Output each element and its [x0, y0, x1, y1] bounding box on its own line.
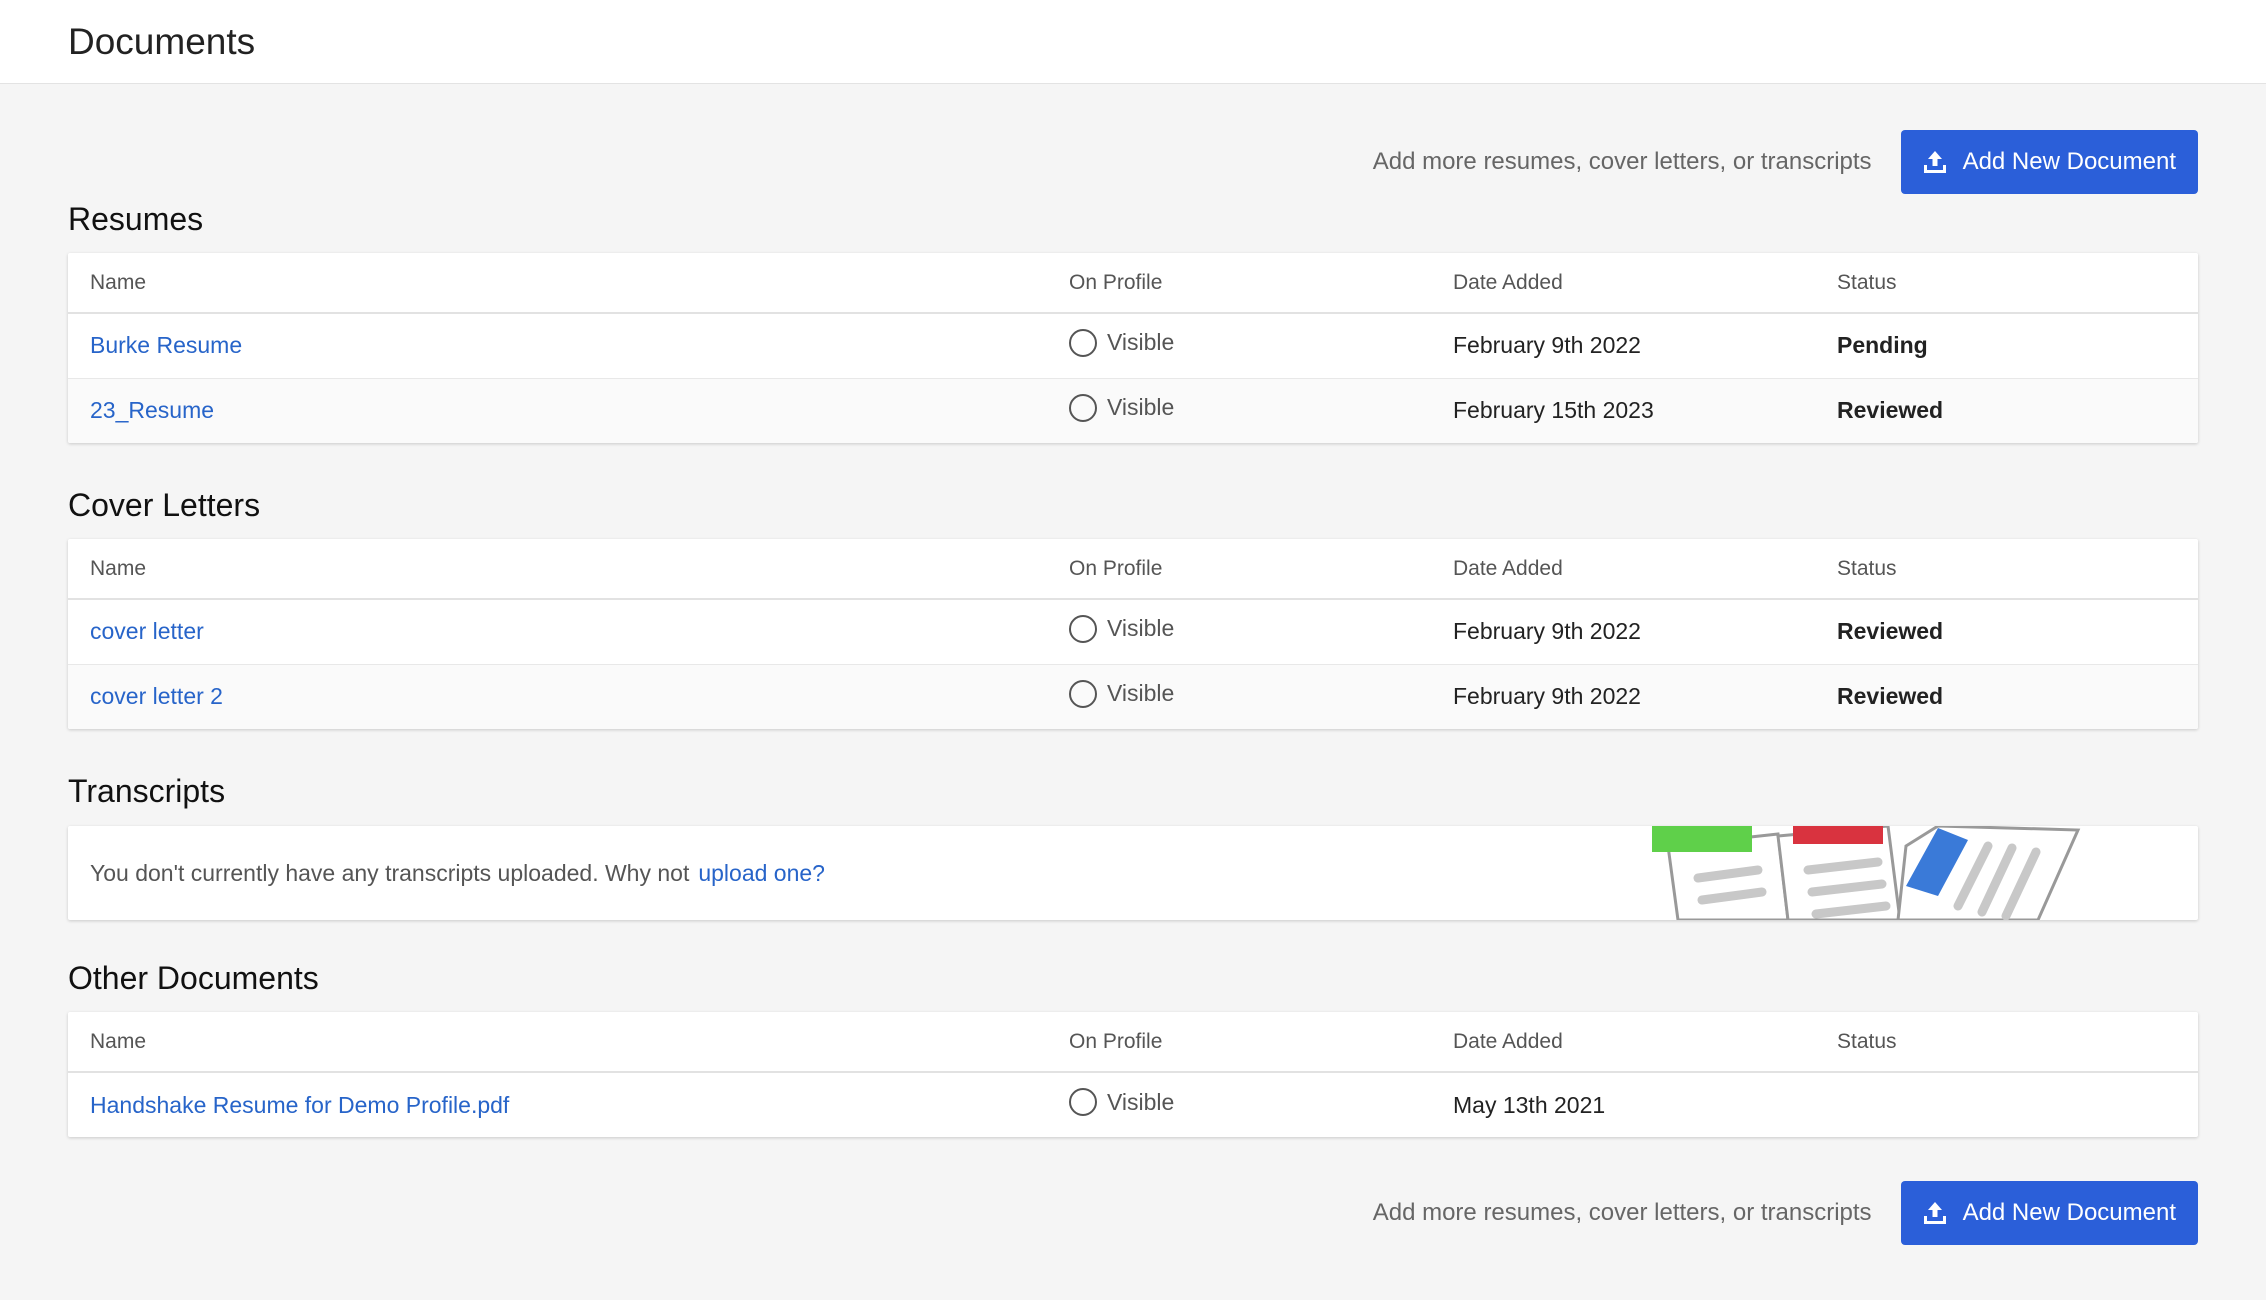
- upload-icon: [1923, 1202, 1946, 1224]
- add-new-document-label: Add New Document: [1962, 1199, 2176, 1226]
- column-header-name: Name: [68, 1012, 1069, 1073]
- column-header-on-profile: On Profile: [1069, 253, 1453, 314]
- resumes-section-title: Resumes: [68, 200, 204, 237]
- visible-toggle[interactable]: Visible: [1069, 679, 1175, 708]
- resumes-table-card: Name On Profile Date Added Status Burke …: [68, 253, 2198, 443]
- transcripts-empty-card: You don't currently have any transcripts…: [68, 826, 2198, 920]
- status-text: [1837, 1072, 2198, 1137]
- visible-label: Visible: [1107, 329, 1175, 356]
- table-row: Handshake Resume for Demo Profile.pdf Vi…: [68, 1072, 2198, 1137]
- cover-letters-table: Name On Profile Date Added Status cover …: [68, 539, 2198, 729]
- radio-icon: [1069, 1088, 1097, 1116]
- table-row: Burke Resume Visible February 9th 2022 P…: [68, 313, 2198, 378]
- other-documents-section-title: Other Documents: [68, 959, 319, 996]
- status-text: Reviewed: [1837, 377, 2198, 443]
- documents-illustration-icon: [1652, 826, 2081, 920]
- visible-toggle[interactable]: Visible: [1069, 614, 1175, 643]
- other-documents-table-card: Name On Profile Date Added Status Handsh…: [68, 1012, 2198, 1137]
- visible-toggle[interactable]: Visible: [1069, 393, 1175, 422]
- add-document-row-top: Add more resumes, cover letters, or tran…: [68, 129, 2198, 195]
- column-header-date-added: Date Added: [1453, 253, 1837, 314]
- visible-label: Visible: [1107, 680, 1175, 707]
- column-header-status: Status: [1837, 253, 2198, 314]
- add-document-hint: Add more resumes, cover letters, or tran…: [1372, 1199, 1872, 1226]
- column-header-status: Status: [1837, 1012, 2198, 1073]
- table-row: cover letter 2 Visible February 9th 2022…: [68, 663, 2198, 729]
- visible-toggle[interactable]: Visible: [1069, 328, 1175, 357]
- transcripts-empty-text: You don't currently have any transcripts…: [90, 859, 690, 886]
- date-added: February 9th 2022: [1453, 618, 1641, 645]
- page-header: Documents: [0, 0, 2266, 84]
- add-new-document-button[interactable]: Add New Document: [1900, 1181, 2198, 1245]
- column-header-on-profile: On Profile: [1069, 539, 1453, 600]
- radio-icon: [1069, 679, 1097, 708]
- document-link[interactable]: 23_Resume: [90, 397, 214, 423]
- column-header-on-profile: On Profile: [1069, 1012, 1453, 1073]
- upload-transcript-link[interactable]: upload one?: [698, 860, 825, 887]
- document-link[interactable]: Handshake Resume for Demo Profile.pdf: [90, 1092, 509, 1118]
- status-text: Pending: [1837, 332, 1928, 359]
- date-added: February 9th 2022: [1453, 332, 1641, 359]
- add-new-document-label: Add New Document: [1962, 148, 2176, 175]
- cover-letters-table-card: Name On Profile Date Added Status cover …: [68, 539, 2198, 729]
- date-added: May 13th 2021: [1453, 1091, 1606, 1118]
- date-added: February 9th 2022: [1453, 663, 1837, 729]
- column-header-date-added: Date Added: [1453, 539, 1837, 600]
- radio-icon: [1069, 328, 1097, 357]
- document-link[interactable]: cover letter 2: [90, 683, 223, 709]
- column-header-status: Status: [1837, 539, 2198, 600]
- visible-label: Visible: [1107, 615, 1175, 642]
- resumes-table: Name On Profile Date Added Status Burke …: [68, 253, 2198, 443]
- table-row: cover letter Visible February 9th 2022 R…: [68, 599, 2198, 664]
- radio-icon: [1069, 393, 1097, 422]
- cover-letters-section-title: Cover Letters: [68, 486, 261, 523]
- upload-icon: [1923, 151, 1946, 173]
- visible-label: Visible: [1107, 394, 1175, 421]
- column-header-name: Name: [68, 253, 1069, 314]
- transcripts-section-title: Transcripts: [68, 772, 226, 809]
- other-documents-table: Name On Profile Date Added Status Handsh…: [68, 1012, 2198, 1137]
- status-text: Reviewed: [1837, 663, 2198, 729]
- status-text: Reviewed: [1837, 618, 1944, 645]
- table-row: 23_Resume Visible February 15th 2023 Rev…: [68, 377, 2198, 443]
- page-title: Documents: [68, 20, 256, 62]
- document-link[interactable]: cover letter: [90, 618, 204, 644]
- radio-icon: [1069, 614, 1097, 643]
- visible-toggle[interactable]: Visible: [1069, 1088, 1174, 1116]
- main-content: Add more resumes, cover letters, or tran…: [0, 129, 2266, 1246]
- add-document-row-bottom: Add more resumes, cover letters, or tran…: [68, 1180, 2198, 1246]
- visible-label: Visible: [1107, 1088, 1175, 1115]
- add-document-hint: Add more resumes, cover letters, or tran…: [1372, 148, 1872, 175]
- document-link[interactable]: Burke Resume: [90, 332, 242, 358]
- add-new-document-button[interactable]: Add New Document: [1900, 130, 2198, 194]
- column-header-name: Name: [68, 539, 1069, 600]
- date-added: February 15th 2023: [1453, 377, 1837, 443]
- column-header-date-added: Date Added: [1453, 1012, 1837, 1073]
